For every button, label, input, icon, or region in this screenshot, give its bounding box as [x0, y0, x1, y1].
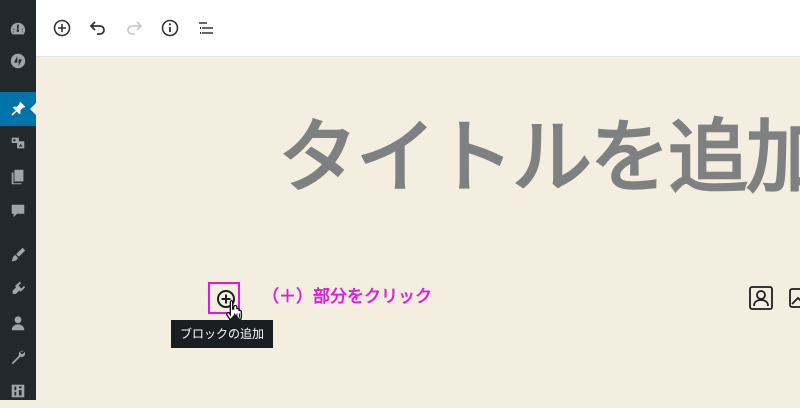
- sidebar-item-dashboard[interactable]: [0, 12, 36, 46]
- editor-toolbar: [36, 0, 800, 57]
- block-navigation-icon: [199, 22, 213, 34]
- sidebar-item-settings[interactable]: [0, 374, 36, 408]
- redo-button[interactable]: [120, 14, 148, 42]
- admin-sidebar: [0, 0, 36, 400]
- inserter-tooltip: ブロックの追加: [171, 314, 274, 348]
- info-icon: [161, 19, 179, 37]
- redo-icon: [127, 21, 143, 35]
- sidebar-item-appearance[interactable]: [0, 238, 36, 272]
- info-button[interactable]: [156, 14, 184, 42]
- post-title-placeholder[interactable]: タイトルを追加: [278, 118, 800, 198]
- block-navigation-button[interactable]: [192, 14, 220, 42]
- tools-wrench-icon: [11, 350, 26, 365]
- jetpack-icon: [10, 53, 26, 69]
- sidebar-item-posts[interactable]: [0, 92, 36, 126]
- sidebar-item-jetpack[interactable]: [0, 44, 36, 78]
- sidebar-item-tools[interactable]: [0, 340, 36, 374]
- dashboard-icon: [10, 22, 26, 35]
- undo-icon: [89, 21, 105, 35]
- gallery-icon[interactable]: [788, 285, 800, 311]
- comments-icon: [11, 204, 25, 218]
- sidebar-item-media[interactable]: [0, 126, 36, 160]
- sidebar-item-pages[interactable]: [0, 160, 36, 194]
- media-icon: [11, 137, 25, 149]
- instruction-annotation: （＋）部分をクリック: [262, 287, 432, 307]
- undo-button[interactable]: [84, 14, 112, 42]
- add-block-icon: [53, 19, 71, 37]
- appearance-brush-icon: [11, 247, 26, 262]
- users-icon: [11, 316, 25, 331]
- settings-icon: [11, 384, 25, 398]
- add-block-button[interactable]: [48, 14, 76, 42]
- sidebar-item-users[interactable]: [0, 306, 36, 340]
- sidebar-item-plugins[interactable]: [0, 272, 36, 306]
- sidebar-item-comments[interactable]: [0, 194, 36, 228]
- plugins-icon: [12, 281, 26, 295]
- image-portrait-icon[interactable]: [748, 285, 774, 311]
- posts-pin-icon: [11, 101, 26, 116]
- pages-icon: [11, 169, 24, 185]
